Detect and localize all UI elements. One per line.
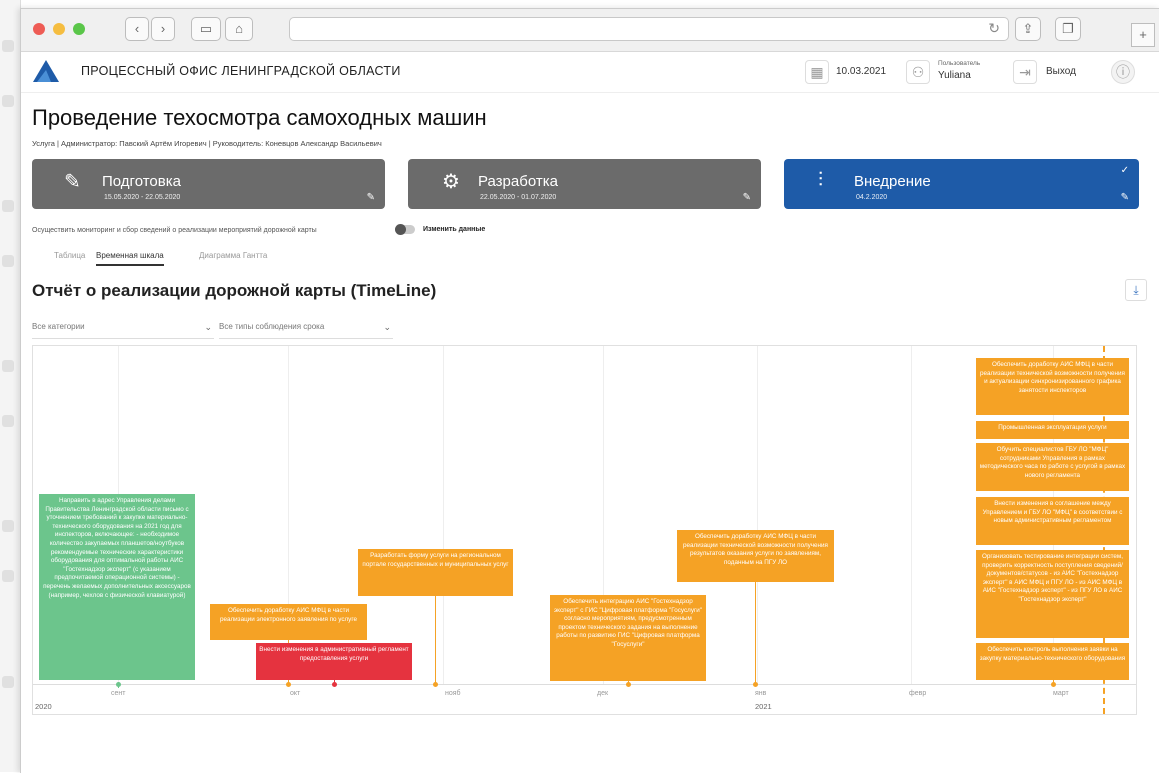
tab-table[interactable]: Таблица [54,251,85,264]
month-tick: дек [597,690,609,697]
app-header: ПРОЦЕССНЫЙ ОФИС ЛЕНИНГРАДСКОЙ ОБЛАСТИ ▦ … [21,52,1159,93]
month-tick: янв [755,690,767,697]
category-filter[interactable]: Все категории ⌄ [32,322,214,339]
share-icon[interactable]: ⇪ [1015,17,1041,41]
edit-icon[interactable]: ✎ [743,192,751,203]
timeline-event[interactable]: Обеспечить доработку АИС МФЦ в части реа… [976,358,1129,415]
stage-dates: 22.05.2020 - 01.07.2020 [480,194,557,201]
current-date: 10.03.2021 [836,66,887,77]
user-name[interactable]: Yuliana [938,70,971,81]
stage-dates: 15.05.2020 - 22.05.2020 [104,194,181,201]
browser-toolbar: ‹ › ▭ ⌂ ↻ ⇪ ❐ + [21,9,1159,52]
monitoring-description: Осуществить мониторинг и сбор сведений о… [32,227,317,234]
download-icon[interactable]: ⤓ [1125,279,1147,301]
timeline-event[interactable]: Внести изменения в административный регл… [256,643,412,680]
org-name[interactable]: ПРОЦЕССНЫЙ ОФИС ЛЕНИНГРАДСКОЙ ОБЛАСТИ [81,64,401,78]
stage-name: Подготовка [102,173,181,190]
report-title: Отчёт о реализации дорожной карты (TimeL… [32,281,437,300]
info-icon[interactable]: ⓘ [1111,60,1135,84]
edit-icon[interactable]: ✎ [1121,192,1129,203]
browser-window: ‹ › ▭ ⌂ ↻ ⇪ ❐ + ПРОЦЕССНЫЙ ОФИС ЛЕНИНГРА… [20,8,1159,773]
plus-icon: + [1139,27,1147,42]
tab-timeline[interactable]: Временная шкала [96,251,164,266]
timeline-event[interactable]: Обеспечить интеграцию АИС "Гостехнадзор … [550,595,706,681]
gear-icon: ⚙ [442,171,460,193]
logout-link[interactable]: Выход [1046,66,1076,77]
event-marker[interactable] [626,682,631,687]
timeline-event[interactable]: Внести изменения в соглашение между Упра… [976,497,1129,545]
calendar-icon: ▦ [805,60,829,84]
year-label: 2020 [35,702,52,711]
timeline-event[interactable]: Обеспечить доработку АИС МФЦ в части реа… [210,604,367,640]
user-icon: ⚇ [906,60,930,84]
sidebar-icon[interactable]: ▭ [191,17,221,41]
logout-icon[interactable]: ⇥ [1013,60,1037,84]
timeline-chart: сент окт нояб дек янв февр март 2020 202… [32,345,1137,715]
tab-gantt[interactable]: Диаграмма Гантта [199,251,267,264]
select-value: Все категории [32,322,85,331]
pencil-icon: ✎ [64,171,81,193]
month-tick: февр [909,690,927,697]
timeline-event[interactable]: Направить в адрес Управления делами Прав… [39,494,195,680]
sliders-icon: ⫶ [818,169,823,191]
stage-dates: 04.2.2020 [856,194,888,201]
timeline-event[interactable]: Обучить специалистов ГБУ ЛО "МФЦ" сотруд… [976,443,1129,491]
month-tick: март [1053,690,1069,697]
month-tick: окт [290,690,301,697]
timeline-event[interactable]: Организовать тестирование интеграции сис… [976,550,1129,638]
stage-card-preparation[interactable]: ✎ Подготовка 15.05.2020 - 22.05.2020 ✎ [32,159,385,209]
chevron-down-icon: ⌄ [204,322,212,332]
event-marker[interactable] [332,682,337,687]
month-tick: нояб [445,690,461,697]
timeline-event[interactable]: Промышленная эксплуатация услуги [976,421,1129,439]
reload-icon[interactable]: ↻ [988,20,1000,37]
user-label: Пользователь [938,60,981,67]
address-bar[interactable]: ↻ [289,17,1009,41]
select-value: Все типы соблюдения срока [219,322,325,331]
timeline-event[interactable]: Обеспечить контроль выполнения заявки на… [976,643,1129,680]
background-window-edge [0,0,21,772]
page-title: Проведение техосмотра самоходных машин [32,105,487,130]
minimize-window-button[interactable] [53,23,65,35]
zoom-window-button[interactable] [73,23,85,35]
check-icon: ✓ [1120,165,1129,176]
event-marker[interactable] [753,682,758,687]
timeline-event[interactable]: Разработать форму услуги на региональном… [358,549,513,596]
back-icon[interactable]: ‹ [125,17,149,41]
home-icon[interactable]: ⌂ [225,17,253,41]
edit-icon[interactable]: ✎ [367,192,375,203]
chevron-down-icon: ⌄ [383,322,391,332]
month-tick: сент [111,690,126,697]
event-marker[interactable] [116,682,121,687]
event-marker[interactable] [1051,682,1056,687]
stage-card-development[interactable]: ⚙ Разработка 22.05.2020 - 01.07.2020 ✎ [408,159,761,209]
tabs-overview-icon[interactable]: ❐ [1055,17,1081,41]
event-marker[interactable] [433,682,438,687]
timeline-axis [33,684,1136,685]
stage-name: Разработка [478,173,558,190]
edit-data-toggle[interactable] [395,224,415,235]
stage-name: Внедрение [854,173,931,190]
timeline-event[interactable]: Обеспечить доработку АИС МФЦ в части реа… [677,530,834,582]
stage-card-implementation[interactable]: ⫶ Внедрение 04.2.2020 ✓ ✎ [784,159,1139,209]
deadline-filter[interactable]: Все типы соблюдения срока ⌄ [219,322,393,339]
edit-data-label: Изменить данные [423,226,486,233]
forward-icon[interactable]: › [151,17,175,41]
org-logo[interactable] [31,58,61,84]
year-label: 2021 [755,702,772,711]
event-marker[interactable] [286,682,291,687]
new-tab-button[interactable]: + [1131,23,1155,47]
service-meta: Услуга | Администратор: Павский Артём Иг… [32,139,382,148]
close-window-button[interactable] [33,23,45,35]
